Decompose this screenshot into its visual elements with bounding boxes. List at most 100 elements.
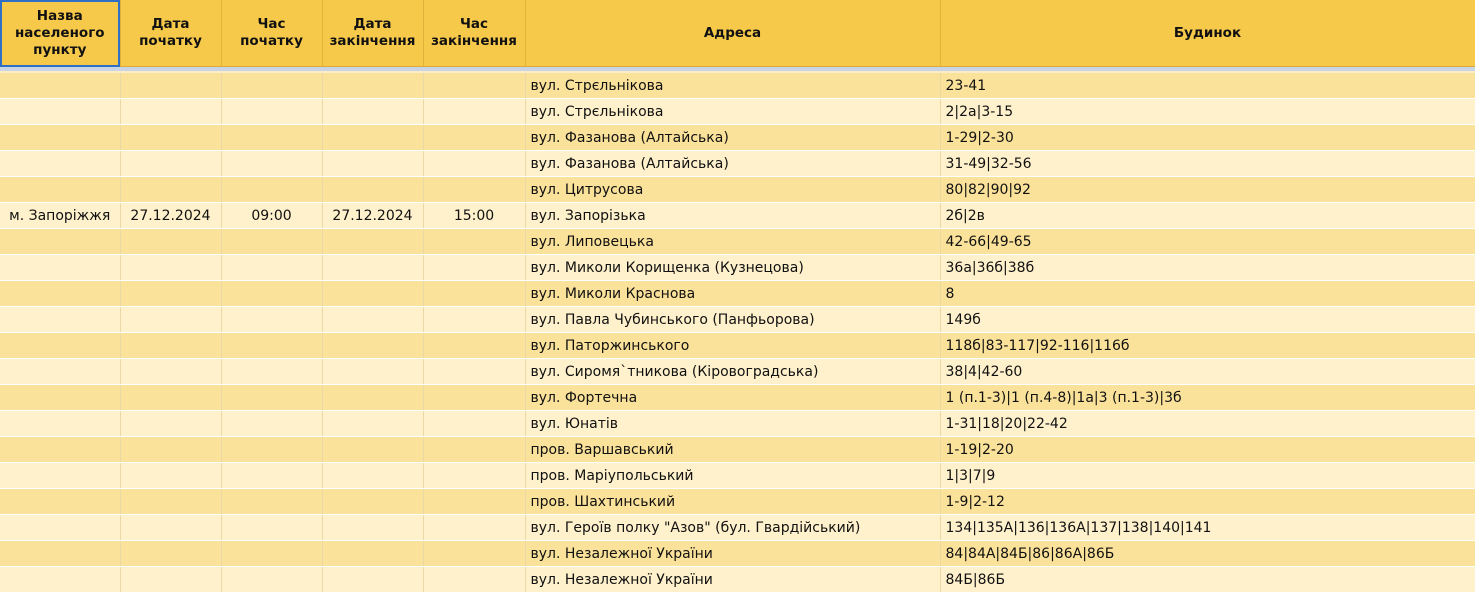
start-date-cell[interactable]: [120, 254, 222, 281]
building-cell[interactable]: 38|4|42-60: [940, 358, 1475, 385]
settlement-cell[interactable]: [0, 566, 121, 593]
end-date-cell[interactable]: [322, 254, 424, 281]
start-time-cell[interactable]: [221, 73, 323, 99]
header-address[interactable]: Адреса: [525, 0, 941, 67]
header-building[interactable]: Будинок: [940, 0, 1475, 67]
start-time-cell[interactable]: [221, 306, 323, 333]
settlement-cell[interactable]: [0, 384, 121, 411]
end-time-cell[interactable]: [423, 98, 526, 125]
building-cell[interactable]: 1-29|2-30: [940, 124, 1475, 151]
start-time-cell[interactable]: [221, 566, 323, 593]
building-cell[interactable]: 84|84А|84Б|86|86А|86Б: [940, 540, 1475, 567]
address-cell[interactable]: вул. Незалежної України: [525, 540, 941, 567]
header-end-time[interactable]: Час закінчення: [423, 0, 526, 67]
building-cell[interactable]: 84Б|86Б: [940, 566, 1475, 593]
building-cell[interactable]: 149б: [940, 306, 1475, 333]
building-cell[interactable]: 134|135А|136|136А|137|138|140|141: [940, 514, 1475, 541]
end-time-cell[interactable]: [423, 228, 526, 255]
address-cell[interactable]: вул. Павла Чубинського (Панфьорова): [525, 306, 941, 333]
start-date-cell[interactable]: [120, 124, 222, 151]
address-cell[interactable]: вул. Фазанова (Алтайська): [525, 150, 941, 177]
end-time-cell[interactable]: [423, 150, 526, 177]
start-time-cell[interactable]: [221, 176, 323, 203]
settlement-cell[interactable]: м. Запоріжжя: [0, 202, 121, 229]
end-date-cell[interactable]: [322, 488, 424, 515]
settlement-cell[interactable]: [0, 410, 121, 437]
settlement-cell[interactable]: [0, 358, 121, 385]
start-date-cell[interactable]: [120, 358, 222, 385]
end-time-cell[interactable]: [423, 254, 526, 281]
end-time-cell[interactable]: 15:00: [423, 202, 526, 229]
start-time-cell[interactable]: [221, 124, 323, 151]
address-cell[interactable]: вул. Миколи Краснова: [525, 280, 941, 307]
end-date-cell[interactable]: [322, 73, 424, 99]
settlement-cell[interactable]: [0, 150, 121, 177]
start-date-cell[interactable]: [120, 410, 222, 437]
start-time-cell[interactable]: 09:00: [221, 202, 323, 229]
start-time-cell[interactable]: [221, 254, 323, 281]
end-time-cell[interactable]: [423, 436, 526, 463]
start-date-cell[interactable]: [120, 566, 222, 593]
start-date-cell[interactable]: [120, 462, 222, 489]
building-cell[interactable]: 2б|2в: [940, 202, 1475, 229]
building-cell[interactable]: 1-31|18|20|22-42: [940, 410, 1475, 437]
start-time-cell[interactable]: [221, 436, 323, 463]
start-date-cell[interactable]: [120, 384, 222, 411]
end-time-cell[interactable]: [423, 332, 526, 359]
address-cell[interactable]: вул. Стрєльнікова: [525, 98, 941, 125]
address-cell[interactable]: вул. Стрєльнікова: [525, 73, 941, 99]
end-time-cell[interactable]: [423, 540, 526, 567]
end-date-cell[interactable]: [322, 150, 424, 177]
settlement-cell[interactable]: [0, 462, 121, 489]
end-time-cell[interactable]: [423, 566, 526, 593]
building-cell[interactable]: 118б|83-117|92-116|116б: [940, 332, 1475, 359]
end-time-cell[interactable]: [423, 124, 526, 151]
end-date-cell[interactable]: [322, 514, 424, 541]
start-time-cell[interactable]: [221, 280, 323, 307]
end-date-cell[interactable]: [322, 280, 424, 307]
end-time-cell[interactable]: [423, 358, 526, 385]
address-cell[interactable]: вул. Цитрусова: [525, 176, 941, 203]
building-cell[interactable]: 42-66|49-65: [940, 228, 1475, 255]
settlement-cell[interactable]: [0, 436, 121, 463]
end-date-cell[interactable]: [322, 384, 424, 411]
address-cell[interactable]: вул. Миколи Корищенка (Кузнецова): [525, 254, 941, 281]
end-date-cell[interactable]: [322, 358, 424, 385]
address-cell[interactable]: пров. Варшавський: [525, 436, 941, 463]
settlement-cell[interactable]: [0, 124, 121, 151]
header-start-date[interactable]: Дата початку: [120, 0, 222, 67]
start-time-cell[interactable]: [221, 358, 323, 385]
settlement-cell[interactable]: [0, 332, 121, 359]
end-date-cell[interactable]: [322, 566, 424, 593]
settlement-cell[interactable]: [0, 254, 121, 281]
building-cell[interactable]: 1-19|2-20: [940, 436, 1475, 463]
settlement-cell[interactable]: [0, 176, 121, 203]
address-cell[interactable]: вул. Сиромя`тникова (Кіровоградська): [525, 358, 941, 385]
start-time-cell[interactable]: [221, 488, 323, 515]
end-time-cell[interactable]: [423, 488, 526, 515]
end-date-cell[interactable]: [322, 462, 424, 489]
end-time-cell[interactable]: [423, 280, 526, 307]
building-cell[interactable]: 1|3|7|9: [940, 462, 1475, 489]
start-date-cell[interactable]: [120, 73, 222, 99]
address-cell[interactable]: вул. Фазанова (Алтайська): [525, 124, 941, 151]
start-date-cell[interactable]: [120, 488, 222, 515]
start-time-cell[interactable]: [221, 98, 323, 125]
start-time-cell[interactable]: [221, 384, 323, 411]
building-cell[interactable]: 1-9|2-12: [940, 488, 1475, 515]
header-start-time[interactable]: Час початку: [221, 0, 323, 67]
end-date-cell[interactable]: [322, 176, 424, 203]
settlement-cell[interactable]: [0, 228, 121, 255]
address-cell[interactable]: вул. Героїв полку "Азов" (бул. Гвардійсь…: [525, 514, 941, 541]
start-date-cell[interactable]: [120, 150, 222, 177]
end-time-cell[interactable]: [423, 384, 526, 411]
end-date-cell[interactable]: [322, 410, 424, 437]
start-date-cell[interactable]: [120, 514, 222, 541]
end-time-cell[interactable]: [423, 306, 526, 333]
start-time-cell[interactable]: [221, 150, 323, 177]
settlement-cell[interactable]: [0, 280, 121, 307]
address-cell[interactable]: вул. Запорізька: [525, 202, 941, 229]
start-date-cell[interactable]: [120, 98, 222, 125]
start-date-cell[interactable]: [120, 306, 222, 333]
building-cell[interactable]: 1 (п.1-3)|1 (п.4-8)|1а|3 (п.1-3)|3б: [940, 384, 1475, 411]
